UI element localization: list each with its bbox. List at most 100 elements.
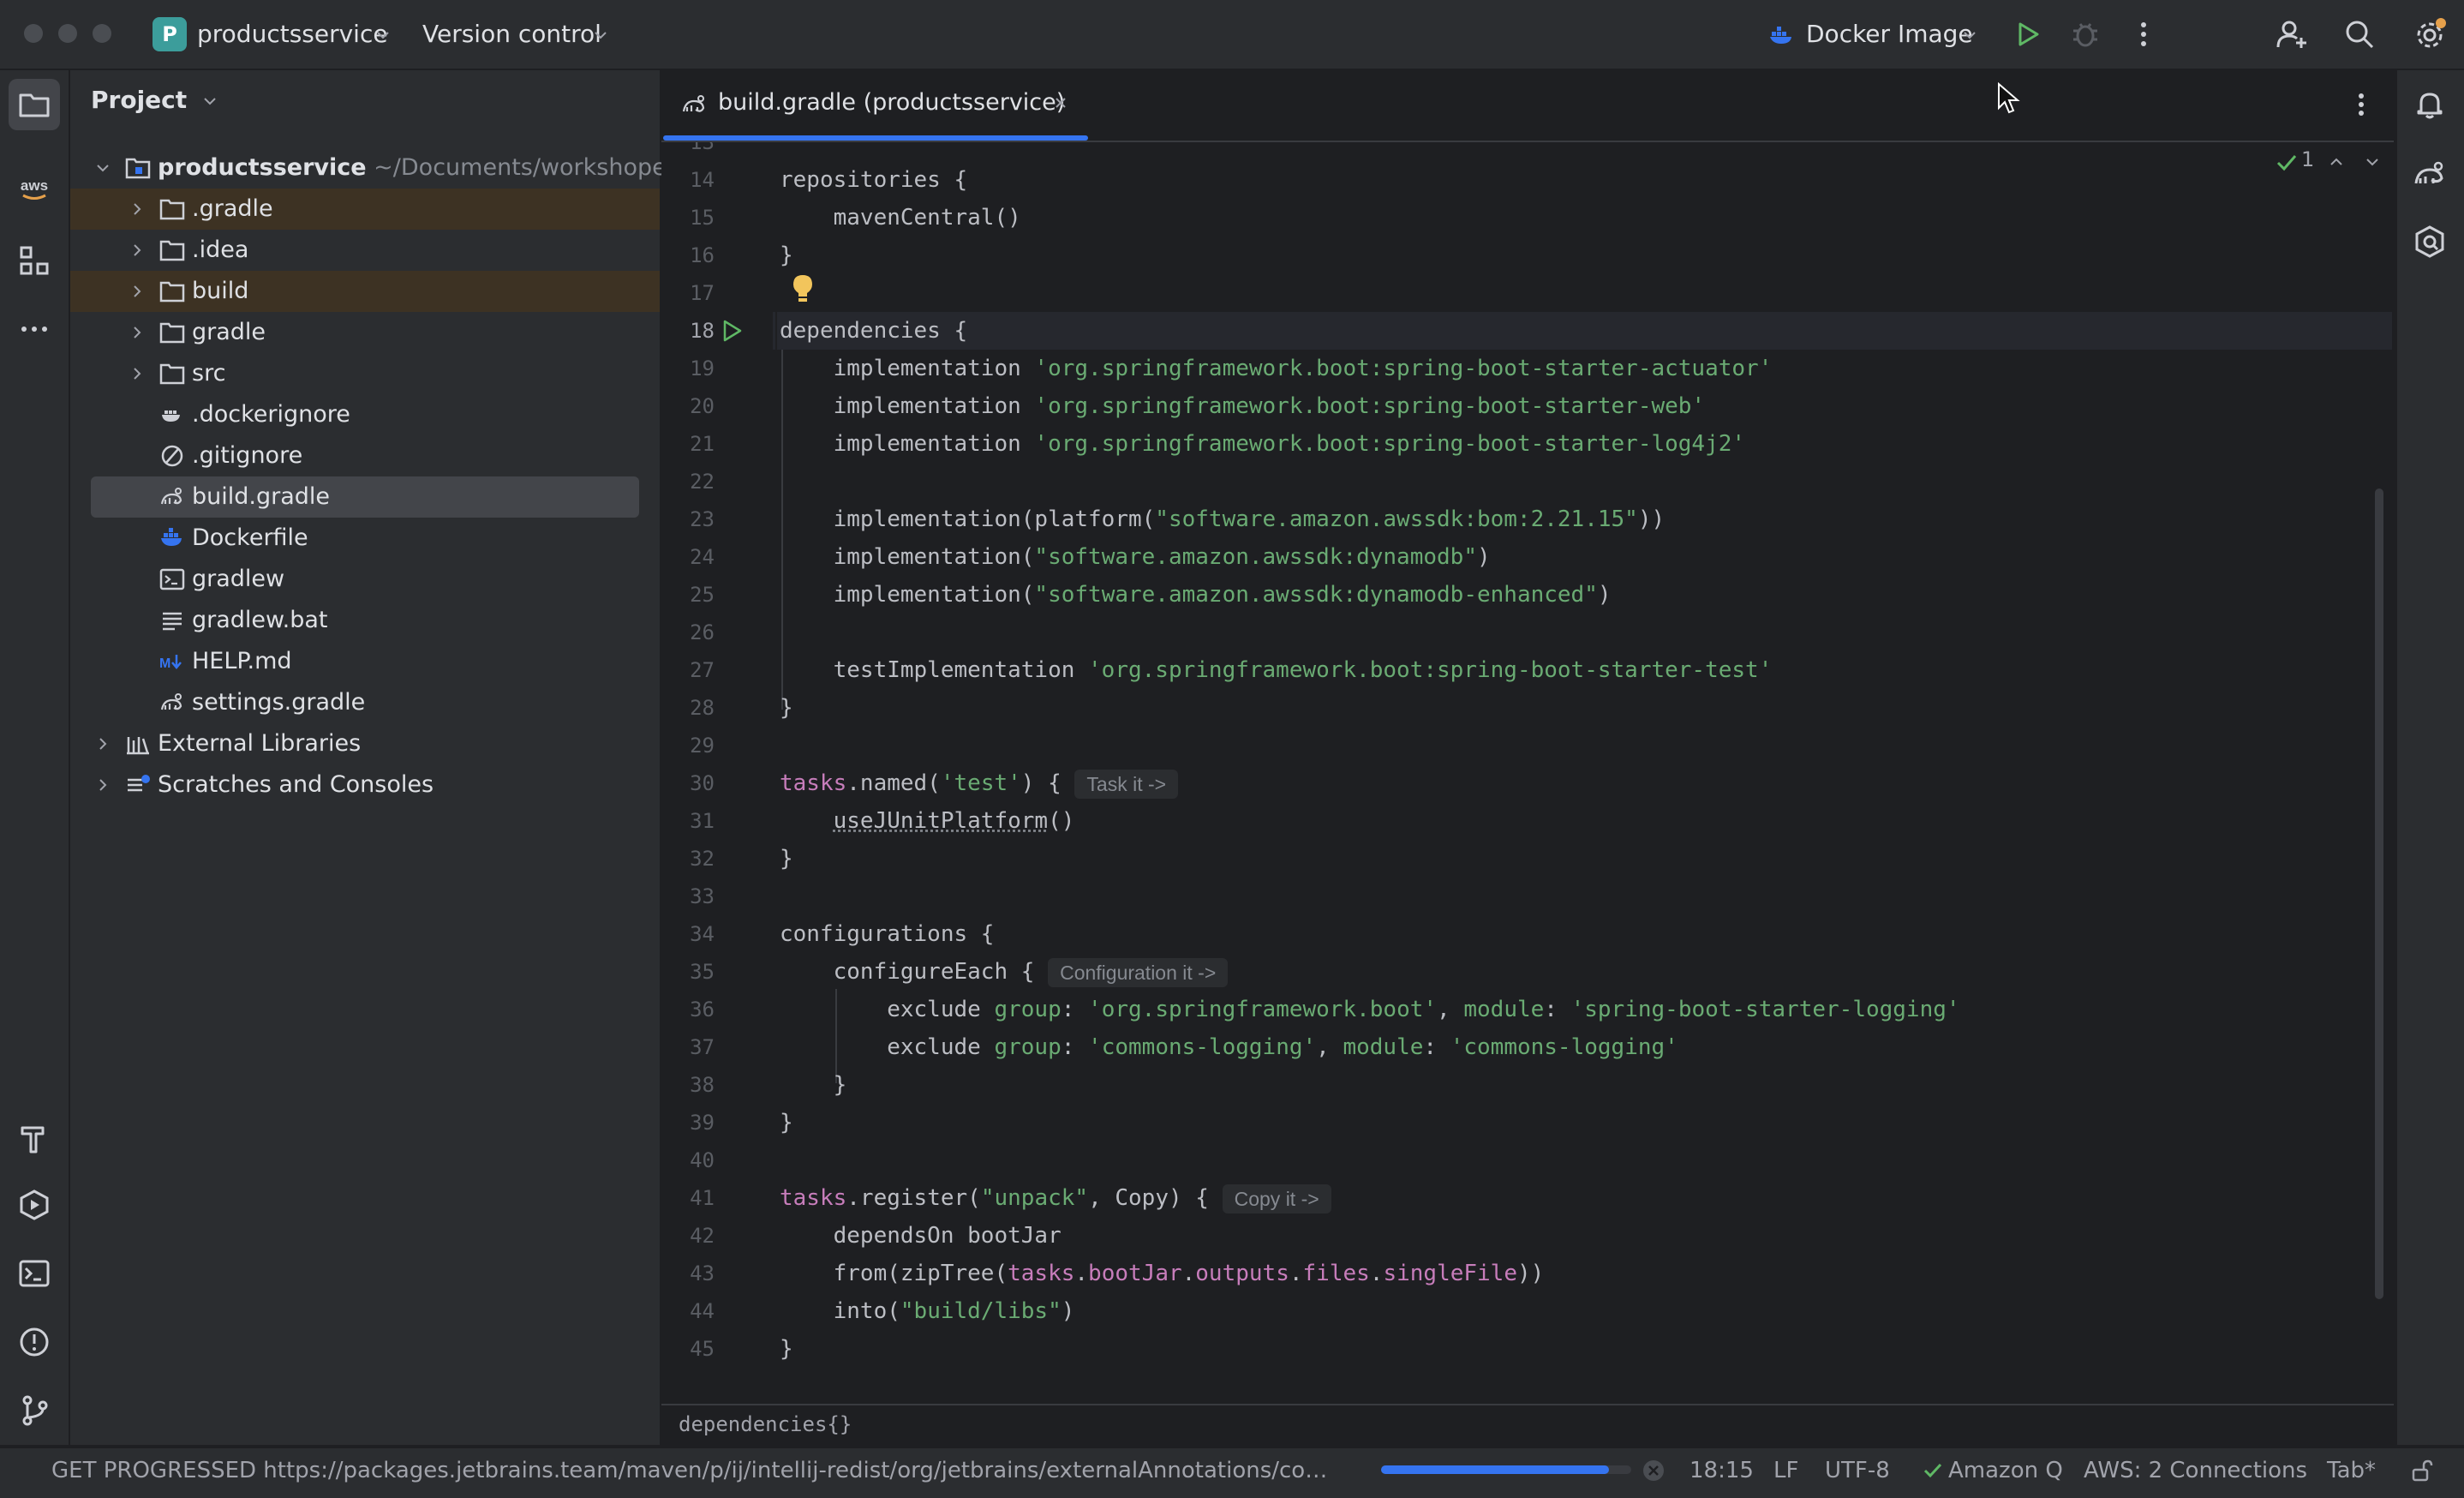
version-control-menu[interactable]: Version control xyxy=(422,0,601,69)
tree-item-dot-gradle[interactable]: .gradle xyxy=(70,189,660,230)
tree-item-build-gradle[interactable]: build.gradle xyxy=(91,476,639,518)
code-line-28[interactable]: } xyxy=(780,689,793,727)
code-line-30[interactable]: tasks.named('test') { Task it -> xyxy=(780,764,1178,802)
tree-external-libraries[interactable]: External Libraries xyxy=(70,723,660,764)
run-gutter-icon[interactable] xyxy=(720,319,744,343)
code-line-18[interactable]: dependencies { xyxy=(780,312,967,350)
inspection-count[interactable]: 1 xyxy=(2301,147,2314,171)
inlay-hint[interactable]: Copy it -> xyxy=(1223,1184,1331,1213)
line-number[interactable]: 13 xyxy=(661,142,715,161)
code-line-19[interactable]: implementation 'org.springframework.boot… xyxy=(780,350,1772,387)
chevron-down-icon[interactable] xyxy=(202,93,218,109)
line-number[interactable]: 29 xyxy=(661,727,715,764)
status-message[interactable]: GET PROGRESSED https://packages.jetbrain… xyxy=(51,1447,1345,1495)
line-number[interactable]: 30 xyxy=(661,764,715,802)
code-line-34[interactable]: configurations { xyxy=(780,915,994,953)
chevron-right-icon[interactable] xyxy=(94,776,111,794)
tab-options-icon[interactable] xyxy=(2344,87,2378,122)
code-line-44[interactable]: into("build/libs") xyxy=(780,1292,1074,1330)
more-actions-icon[interactable] xyxy=(2126,17,2161,51)
line-number[interactable]: 25 xyxy=(661,576,715,614)
tree-item-dockerfile[interactable]: Dockerfile xyxy=(70,518,660,559)
tree-item-settings-gradle[interactable]: settings.gradle xyxy=(70,682,660,723)
line-number[interactable]: 24 xyxy=(661,538,715,576)
chevron-right-icon[interactable] xyxy=(129,324,146,341)
line-number[interactable]: 45 xyxy=(661,1330,715,1368)
code-line-42[interactable]: dependsOn bootJar xyxy=(780,1217,1062,1255)
window-close-button[interactable] xyxy=(24,24,43,43)
terminal-icon[interactable] xyxy=(17,1256,51,1291)
code-line-21[interactable]: implementation 'org.springframework.boot… xyxy=(780,425,1745,463)
line-separator[interactable]: LF xyxy=(1773,1447,1798,1495)
build-hammer-icon[interactable] xyxy=(17,1121,51,1155)
line-number[interactable]: 44 xyxy=(661,1292,715,1330)
line-number[interactable]: 15 xyxy=(661,199,715,237)
chevron-down-icon[interactable] xyxy=(94,159,111,177)
chevron-right-icon[interactable] xyxy=(129,365,146,382)
line-number[interactable]: 26 xyxy=(661,614,715,651)
tree-item-dot-dockerignore[interactable]: .dockerignore xyxy=(70,394,660,435)
add-user-icon[interactable] xyxy=(2276,17,2310,51)
line-number[interactable]: 35 xyxy=(661,953,715,991)
line-number[interactable]: 42 xyxy=(661,1217,715,1255)
tree-root-productsservice[interactable]: productsservice ~/Documents/workshope/pr… xyxy=(70,147,660,189)
tree-item-src[interactable]: src xyxy=(70,353,660,394)
services-icon[interactable] xyxy=(17,1188,51,1222)
lock-icon[interactable] xyxy=(2409,1459,2433,1483)
line-number[interactable]: 21 xyxy=(661,425,715,463)
line-number[interactable]: 41 xyxy=(661,1179,715,1217)
code-line-15[interactable]: mavenCentral() xyxy=(780,199,1021,237)
chevron-up-icon[interactable] xyxy=(2327,153,2346,171)
chevron-right-icon[interactable] xyxy=(129,283,146,300)
amazon-q-icon[interactable] xyxy=(2413,225,2447,259)
code-line-23[interactable]: implementation(platform("software.amazon… xyxy=(780,500,1665,538)
line-number[interactable]: 14 xyxy=(661,161,715,199)
line-number[interactable]: 23 xyxy=(661,500,715,538)
line-number[interactable]: 28 xyxy=(661,689,715,727)
project-badge[interactable]: P xyxy=(153,17,187,51)
code-line-25[interactable]: implementation("software.amazon.awssdk:d… xyxy=(780,576,1612,614)
chevron-right-icon[interactable] xyxy=(94,735,111,752)
chevron-down-icon[interactable] xyxy=(1962,27,1977,43)
folder-tool-icon[interactable] xyxy=(17,87,51,122)
search-icon[interactable] xyxy=(2342,17,2377,51)
chevron-down-icon[interactable] xyxy=(593,27,608,43)
code-line-38[interactable]: } xyxy=(780,1066,846,1104)
cancel-progress-icon[interactable] xyxy=(1642,1459,1666,1483)
line-number[interactable]: 39 xyxy=(661,1104,715,1141)
line-number[interactable]: 20 xyxy=(661,387,715,425)
structure-icon[interactable] xyxy=(17,243,51,278)
indent-setting[interactable]: Tab* xyxy=(2327,1447,2376,1495)
tree-item-gradle[interactable]: gradle xyxy=(70,312,660,353)
amazon-q-status[interactable]: Amazon Q xyxy=(1948,1447,2063,1495)
lightbulb-icon[interactable] xyxy=(790,273,816,303)
code-line-16[interactable]: } xyxy=(780,237,793,274)
code-line-31[interactable]: useJUnitPlatform() xyxy=(780,802,1074,840)
line-number[interactable]: 31 xyxy=(661,802,715,840)
code-line-14[interactable]: repositories { xyxy=(780,161,967,199)
tree-scratches-and-consoles[interactable]: Scratches and Consoles xyxy=(70,764,660,806)
problems-icon[interactable] xyxy=(17,1325,51,1359)
line-number[interactable]: 19 xyxy=(661,350,715,387)
notifications-bell-icon[interactable] xyxy=(2413,87,2447,122)
code-line-36[interactable]: exclude group: 'org.springframework.boot… xyxy=(780,991,1960,1028)
tree-item-gradlew-bat[interactable]: gradlew.bat xyxy=(70,600,660,641)
run-configuration-selector[interactable]: Docker Image xyxy=(1806,0,1973,69)
line-number[interactable]: 17 xyxy=(661,274,715,312)
chevron-right-icon[interactable] xyxy=(129,201,146,218)
more-tools-icon[interactable] xyxy=(17,312,51,346)
line-number[interactable]: 38 xyxy=(661,1066,715,1104)
gradle-tool-icon[interactable] xyxy=(2413,158,2447,192)
close-tab-icon[interactable] xyxy=(1052,94,1069,111)
line-number[interactable]: 22 xyxy=(661,463,715,500)
project-panel-title[interactable]: Project xyxy=(91,86,218,114)
code-line-39[interactable]: } xyxy=(780,1104,793,1141)
line-number[interactable]: 27 xyxy=(661,651,715,689)
line-number[interactable]: 37 xyxy=(661,1028,715,1066)
chevron-down-icon[interactable] xyxy=(375,27,391,43)
tree-item-help-md[interactable]: M HELP.md xyxy=(70,641,660,682)
run-icon[interactable] xyxy=(2010,17,2044,51)
tree-item-dot-gitignore[interactable]: .gitignore xyxy=(70,435,660,476)
editor-scrollbar-thumb[interactable] xyxy=(2375,488,2383,1299)
aws-connections-status[interactable]: AWS: 2 Connections xyxy=(2084,1447,2307,1495)
